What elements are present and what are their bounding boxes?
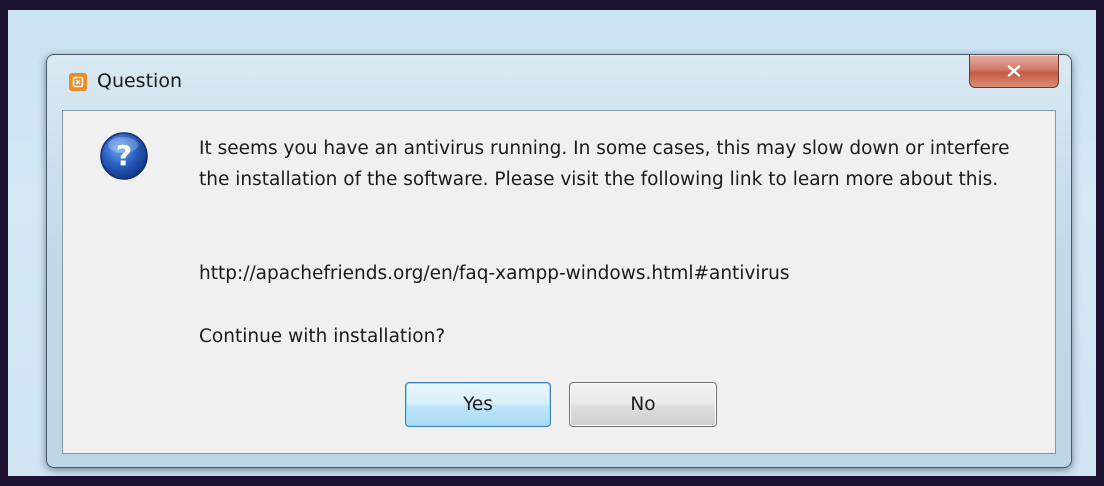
window-title: Question xyxy=(97,70,182,92)
close-icon xyxy=(1007,65,1021,77)
question-dialog: Question ? It seems you have an antiviru… xyxy=(46,54,1072,468)
message-text: It seems you have an antivirus running. … xyxy=(199,133,1019,195)
faq-link-text: http://apachefriends.org/en/faq-xampp-wi… xyxy=(199,263,790,284)
message-body: It seems you have an antivirus running. … xyxy=(199,138,1010,190)
desktop-background: Question ? It seems you have an antiviru… xyxy=(8,10,1096,476)
xampp-icon xyxy=(69,73,87,91)
question-icon: ? xyxy=(100,132,148,180)
title-bar[interactable]: Question xyxy=(47,55,1071,109)
no-button[interactable]: No xyxy=(569,382,717,427)
svg-text:?: ? xyxy=(116,139,132,172)
close-button[interactable] xyxy=(969,55,1059,88)
dialog-content: ? It seems you have an antivirus running… xyxy=(62,110,1056,454)
continue-question: Continue with installation? xyxy=(199,326,446,347)
yes-button[interactable]: Yes xyxy=(405,382,551,427)
